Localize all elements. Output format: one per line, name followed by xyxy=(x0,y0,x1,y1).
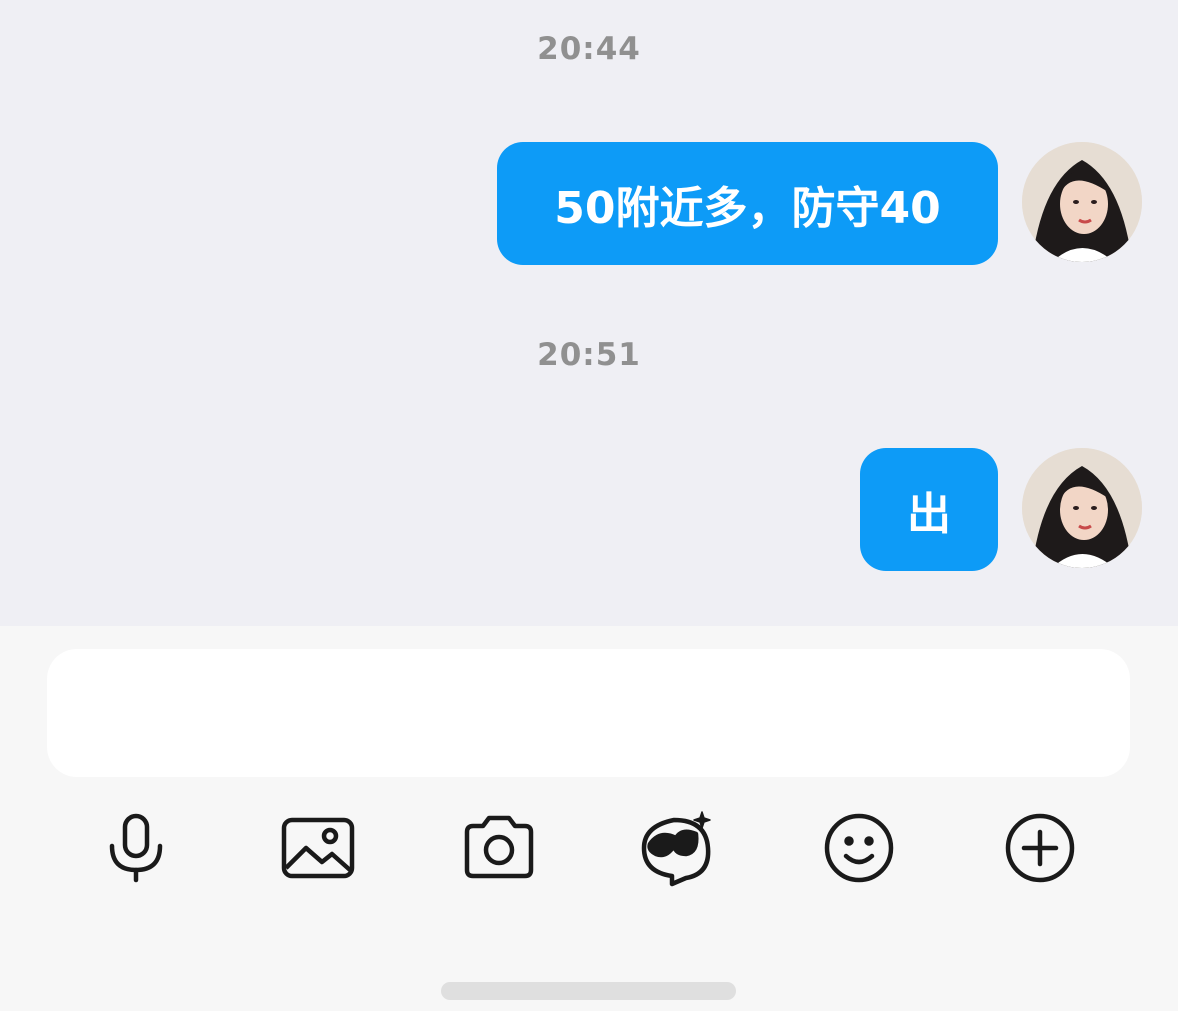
emoji-icon[interactable] xyxy=(819,808,899,888)
plus-icon[interactable] xyxy=(1000,808,1080,888)
home-indicator xyxy=(441,982,736,1000)
avatar[interactable] xyxy=(1022,448,1142,568)
timestamp: 20:51 xyxy=(537,337,641,373)
message-bubble-outgoing[interactable]: 50附近多，防守40 xyxy=(497,142,998,265)
ai-assistant-icon[interactable] xyxy=(636,808,716,888)
camera-icon[interactable] xyxy=(459,808,539,888)
avatar[interactable] xyxy=(1022,142,1142,262)
chat-area: 20:44 50附近多，防守40 20:51 出 xyxy=(0,0,1178,626)
image-icon[interactable] xyxy=(278,808,358,888)
message-input[interactable] xyxy=(47,649,1130,777)
input-bar xyxy=(0,626,1178,1011)
microphone-icon[interactable] xyxy=(96,808,176,888)
timestamp: 20:44 xyxy=(537,31,641,67)
message-bubble-outgoing[interactable]: 出 xyxy=(860,448,998,571)
